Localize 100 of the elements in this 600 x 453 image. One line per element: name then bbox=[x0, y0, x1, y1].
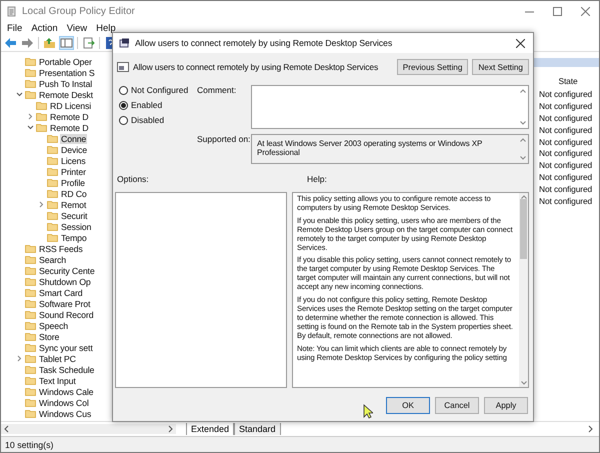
tree-item[interactable]: Sync your sett bbox=[38, 342, 94, 352]
tree-item[interactable]: Remote D bbox=[49, 122, 90, 132]
tree-item[interactable]: RD Licensi bbox=[49, 100, 92, 110]
menu-item[interactable]: Help bbox=[96, 22, 116, 34]
tree-item[interactable]: Remot bbox=[60, 200, 88, 210]
tree-item[interactable]: Printer bbox=[60, 166, 87, 176]
folder-icon bbox=[25, 332, 36, 341]
folder-icon bbox=[47, 222, 58, 231]
folder-icon bbox=[25, 398, 36, 407]
tree-item[interactable]: Store bbox=[38, 332, 60, 342]
table-cell-text: Not configured bbox=[539, 172, 594, 184]
tree-item[interactable]: Windows Col bbox=[38, 398, 90, 408]
tree-item[interactable]: Remote D bbox=[49, 112, 90, 122]
tree-item[interactable]: RSS Feeds bbox=[38, 244, 84, 254]
forward-arrow-icon[interactable] bbox=[21, 37, 34, 49]
dialog-button[interactable]: OK bbox=[386, 397, 430, 414]
maximize-icon[interactable] bbox=[552, 6, 562, 16]
dialog-button[interactable]: Apply bbox=[484, 397, 528, 414]
vertical-scrollbar[interactable] bbox=[519, 193, 528, 387]
back-arrow-icon[interactable] bbox=[4, 37, 17, 49]
radio-label[interactable]: Not Configured bbox=[131, 85, 188, 95]
menu-item[interactable]: File bbox=[7, 22, 22, 34]
tree-item[interactable]: RD Co bbox=[60, 188, 88, 198]
dialog-button[interactable]: Cancel bbox=[435, 397, 479, 414]
close-icon[interactable] bbox=[516, 38, 524, 48]
tree-item[interactable]: Windows Cus bbox=[38, 408, 92, 418]
scroll-up-icon[interactable] bbox=[520, 138, 526, 142]
scroll-up-icon[interactable] bbox=[520, 89, 526, 93]
tree-item[interactable]: Session bbox=[60, 222, 92, 232]
folder-icon bbox=[47, 178, 58, 187]
tree-item[interactable]: Tablet PC bbox=[38, 354, 77, 364]
folder-icon bbox=[25, 409, 36, 418]
chevron-right-icon[interactable] bbox=[26, 113, 34, 120]
tree-item[interactable]: Conne bbox=[60, 134, 88, 144]
tree-item[interactable]: Profile bbox=[60, 178, 86, 188]
view-tab[interactable]: Extended bbox=[186, 423, 234, 435]
horizontal-scrollbar[interactable] bbox=[1, 424, 176, 434]
tree-item[interactable]: Licens bbox=[60, 156, 87, 166]
nav-button[interactable]: Previous Setting bbox=[396, 59, 468, 75]
view-tab[interactable]: Standard bbox=[234, 423, 281, 435]
tree-item[interactable]: Task Schedule bbox=[38, 364, 96, 374]
export-icon[interactable] bbox=[82, 37, 95, 49]
column-header[interactable]: State bbox=[539, 67, 597, 89]
setting-heading: Allow users to connect remotely by using Remote Desktop Services bbox=[133, 62, 378, 72]
folder-icon bbox=[47, 156, 58, 165]
radio-label[interactable]: Enabled bbox=[131, 100, 162, 110]
options-label: Options: bbox=[117, 174, 149, 184]
scrollbar-thumb[interactable] bbox=[520, 199, 527, 259]
tree-item[interactable]: Windows Cale bbox=[38, 386, 94, 396]
table-cell-text: Not configured bbox=[539, 196, 594, 208]
tree-item[interactable]: Shutdown Op bbox=[38, 276, 92, 286]
folder-up-icon[interactable] bbox=[43, 37, 56, 49]
tree-item[interactable]: Sound Record bbox=[38, 310, 94, 320]
scroll-down-icon[interactable] bbox=[520, 381, 526, 385]
chevron-down-icon[interactable] bbox=[26, 124, 34, 131]
folder-icon bbox=[36, 112, 47, 121]
folder-icon bbox=[25, 387, 36, 396]
nav-button[interactable]: Next Setting bbox=[472, 59, 529, 75]
tree-pane-icon[interactable] bbox=[60, 37, 73, 49]
folder-icon bbox=[36, 123, 47, 132]
radio-button[interactable] bbox=[119, 116, 128, 124]
tree-item[interactable]: Remote Deskt bbox=[38, 90, 94, 100]
folder-icon bbox=[25, 365, 36, 374]
scroll-left-icon[interactable] bbox=[4, 425, 9, 433]
scroll-down-icon[interactable] bbox=[520, 121, 526, 125]
comment-label: Comment: bbox=[197, 85, 238, 97]
tree-item[interactable]: Speech bbox=[38, 320, 69, 330]
tree-item[interactable]: Device bbox=[60, 144, 88, 154]
comment-field[interactable] bbox=[251, 85, 529, 129]
tree-item[interactable]: Presentation S bbox=[38, 68, 96, 78]
tree-item[interactable]: Search bbox=[38, 254, 67, 264]
scroll-down-icon[interactable] bbox=[520, 156, 526, 160]
radio-label[interactable]: Disabled bbox=[131, 115, 164, 125]
table-cell-text: Not configured bbox=[539, 160, 594, 172]
radio-button[interactable] bbox=[119, 100, 128, 110]
chevron-right-icon[interactable] bbox=[38, 201, 44, 208]
table-cell-text: Not configured bbox=[539, 184, 594, 196]
menu-item[interactable]: View bbox=[66, 22, 88, 34]
tree-item[interactable]: Portable Oper bbox=[38, 56, 93, 66]
status-text: 10 setting(s) bbox=[5, 440, 54, 450]
folder-icon bbox=[47, 145, 58, 154]
tree-item[interactable]: Security Cente bbox=[38, 266, 96, 276]
help-label: Help: bbox=[307, 174, 327, 184]
folder-icon bbox=[36, 101, 47, 110]
chevron-right-icon[interactable] bbox=[16, 355, 22, 362]
scroll-up-icon[interactable] bbox=[520, 195, 526, 199]
radio-button[interactable] bbox=[119, 86, 128, 94]
tree-item[interactable]: Software Prot bbox=[38, 298, 92, 308]
tree-item[interactable]: Securit bbox=[60, 210, 88, 220]
menu-item[interactable]: Action bbox=[31, 22, 58, 34]
tree-item[interactable]: Smart Card bbox=[38, 288, 84, 298]
tree-item[interactable]: Tempo bbox=[60, 232, 88, 242]
folder-icon bbox=[47, 211, 58, 220]
scroll-right-icon[interactable] bbox=[168, 425, 173, 433]
folder-icon bbox=[25, 277, 36, 286]
tree-item[interactable]: Text Input bbox=[38, 376, 77, 386]
chevron-down-icon[interactable] bbox=[16, 91, 22, 98]
table-cell-text: Not configured bbox=[539, 124, 594, 137]
tree-item[interactable]: Push To Instal bbox=[38, 78, 93, 88]
folder-icon bbox=[25, 288, 36, 297]
